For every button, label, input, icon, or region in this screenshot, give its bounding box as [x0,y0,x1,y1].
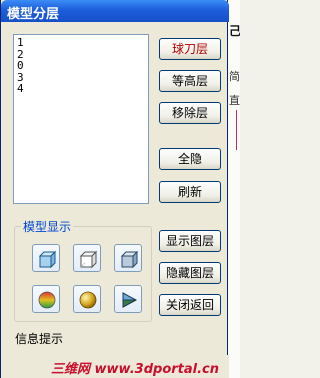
layer-item[interactable]: 0 [17,60,145,72]
box-shaded-icon[interactable] [114,244,142,272]
background-line [236,110,237,150]
contour-layer-button[interactable]: 等高层 [159,70,221,92]
close-return-button[interactable]: 关闭返回 [159,294,221,316]
layer-item[interactable]: 4 [17,83,145,95]
remove-layer-button[interactable]: 移除层 [159,102,221,124]
title-bar[interactable]: 模型分层 [1,0,229,22]
show-layer-button[interactable]: 显示图层 [159,230,221,252]
hide-layer-button[interactable]: 隐藏图层 [159,262,221,284]
sphere-gradient-icon[interactable] [32,285,60,313]
cone-shaded-icon[interactable] [114,285,142,313]
status-text: 信息提示 [15,332,64,346]
sphere-gold-icon[interactable] [73,285,101,313]
background-text-1: 己 [229,24,240,38]
refresh-button[interactable]: 刷新 [159,181,221,203]
background-window: 己 简 直 [226,0,240,378]
layer-list[interactable]: 1 2 0 3 4 [13,34,149,204]
layer-item[interactable]: 3 [17,71,145,84]
watermark-text: 三维网 www.3dportal.cn [51,362,220,377]
window-title: 模型分层 [7,7,60,22]
model-display-label: 模型显示 [21,218,74,235]
box-wireframe-icon[interactable] [32,244,60,272]
background-text-3: 直 [229,94,240,107]
watermark-banner: 三维网 www.3dportal.cn [1,355,229,378]
layer-dialog: 模型分层 1 2 0 3 4 球刀层 等高层 移除层 全隐 刷新 模型显示 显示… [0,0,229,378]
pick-layer-button[interactable]: 球刀层 [159,38,221,60]
background-text-2: 简 [229,70,240,83]
hide-all-button[interactable]: 全隐 [159,148,221,170]
layer-item[interactable]: 1 [17,37,145,49]
layer-item[interactable]: 2 [17,48,145,61]
box-outline-icon[interactable] [73,244,101,272]
